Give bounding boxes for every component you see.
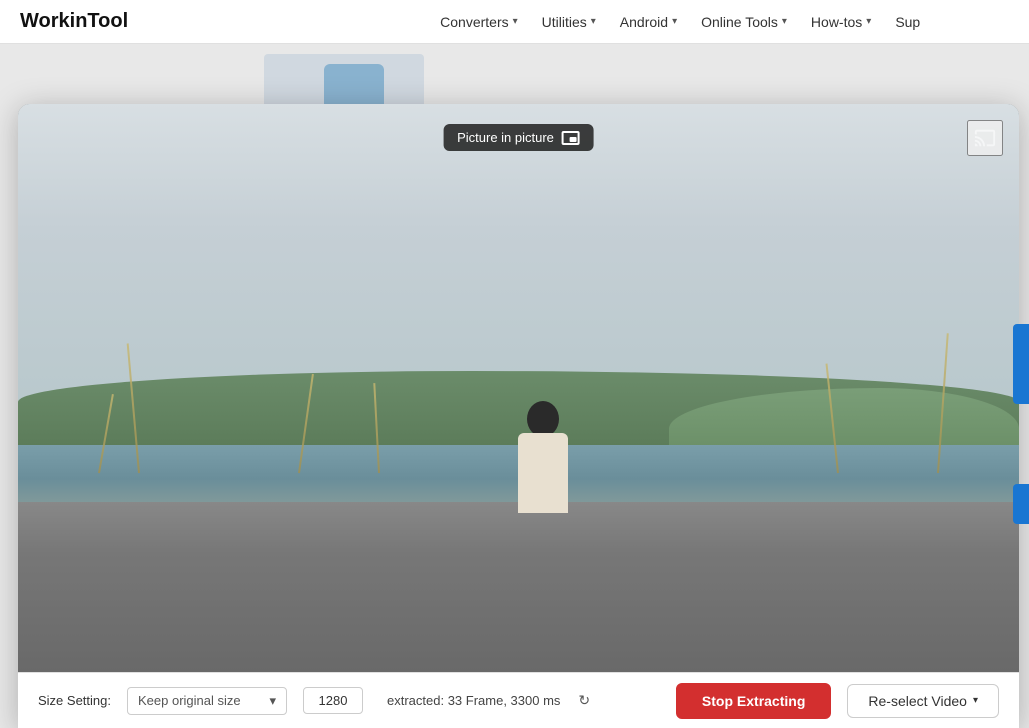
android-chevron-icon: ▾ [672, 16, 677, 27]
nav-android[interactable]: Android ▾ [620, 14, 677, 30]
pip-icon [562, 131, 580, 145]
nav-online-tools[interactable]: Online Tools ▾ [701, 14, 787, 30]
reselect-video-button[interactable]: Re-select Video ▾ [847, 684, 999, 718]
bottom-bar: Size Setting: Keep original size ▾ extra… [18, 672, 1019, 728]
logo[interactable]: WorkinTool [20, 10, 128, 33]
blue-side-tab-top[interactable] [1013, 324, 1029, 404]
video-modal: Picture in picture [18, 104, 1019, 728]
size-dropdown-chevron-icon: ▾ [269, 693, 276, 709]
main-content: Picture in picture [0, 44, 1029, 728]
size-width-input[interactable] [303, 687, 363, 714]
blue-side-tab-bottom[interactable] [1013, 484, 1029, 524]
nav-converters[interactable]: Converters ▾ [440, 14, 518, 30]
video-area: Picture in picture [18, 104, 1019, 672]
person-head [527, 401, 559, 437]
nav-utilities[interactable]: Utilities ▾ [542, 14, 596, 30]
reselect-chevron-icon: ▾ [973, 695, 978, 706]
video-scene: Picture in picture [18, 104, 1019, 672]
person-figure [503, 393, 583, 513]
stop-extracting-button[interactable]: Stop Extracting [676, 683, 831, 719]
nav-bar: Converters ▾ Utilities ▾ Android ▾ Onlin… [440, 14, 920, 30]
converters-chevron-icon: ▾ [513, 16, 518, 27]
person-body [518, 433, 568, 513]
utilities-chevron-icon: ▾ [591, 16, 596, 27]
refresh-icon[interactable]: ↻ [578, 692, 590, 709]
size-dropdown-value: Keep original size [138, 693, 241, 708]
header: WorkinTool Converters ▾ Utilities ▾ Andr… [0, 0, 1029, 44]
how-tos-chevron-icon: ▾ [866, 16, 871, 27]
pip-tooltip: Picture in picture [443, 124, 594, 151]
online-tools-chevron-icon: ▾ [782, 16, 787, 27]
video-top-right-controls [967, 120, 1003, 156]
cast-button[interactable] [967, 120, 1003, 156]
size-dropdown[interactable]: Keep original size ▾ [127, 687, 287, 715]
size-setting-label: Size Setting: [38, 693, 111, 708]
nav-how-tos[interactable]: How-tos ▾ [811, 14, 871, 30]
extracted-info: extracted: 33 Frame, 3300 ms [387, 693, 560, 708]
rocks [18, 502, 1019, 672]
nav-sup[interactable]: Sup [895, 14, 920, 30]
